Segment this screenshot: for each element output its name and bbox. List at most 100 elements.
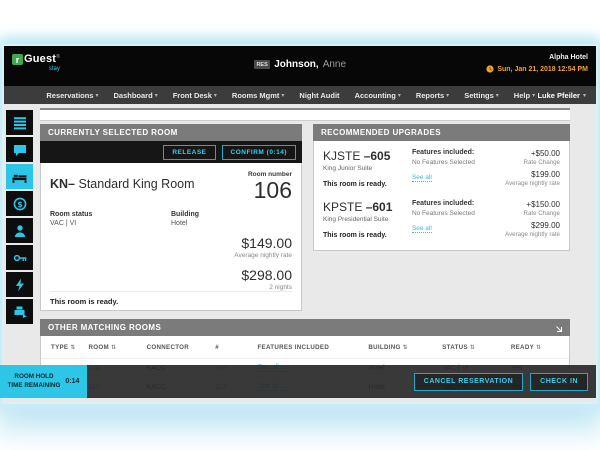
room-select-icon: [12, 170, 27, 184]
recommended-upgrades-panel: RECOMMENDED UPGRADES KJSTE –605 King Jun…: [313, 124, 570, 251]
messages-icon: [13, 143, 27, 157]
active-guest-header[interactable]: RES Johnson, Anne: [254, 59, 346, 70]
sidebar-messages-button[interactable]: [6, 137, 33, 162]
sidebar-menu-button[interactable]: [6, 110, 33, 135]
main-nav: Reservations▾ Dashboard▾ Front Desk▾ Roo…: [4, 86, 596, 104]
logo-registered-mark: ®: [56, 54, 60, 60]
room-number-value: 106: [248, 178, 292, 202]
room-action-bar: RELEASE CONFIRM (0:14): [40, 141, 302, 163]
quick-actions-icon: [13, 278, 27, 292]
upgrade-room-name: King Junior Suite: [323, 165, 408, 172]
col-number: #: [215, 344, 257, 351]
sidebar-quick-actions-button[interactable]: [6, 272, 33, 297]
features-value: No Features Selected: [412, 210, 486, 217]
release-button[interactable]: RELEASE: [163, 145, 215, 160]
nightly-rate-value: $149.00: [50, 235, 292, 251]
upgrade-ready-status: This room is ready.: [323, 232, 408, 239]
cancel-reservation-button[interactable]: CANCEL RESERVATION: [414, 373, 523, 391]
upgrade-room-code: KPSTE –601: [323, 200, 408, 214]
nightly-rate-caption: Average nightly rate: [50, 252, 292, 259]
panels-row: CURRENTLY SELECTED ROOM RELEASE CONFIRM …: [40, 124, 570, 311]
guest-profile-icon: [13, 224, 27, 238]
screenshot-stage: r Guest ® stay RES Johnson, Anne Alpha H…: [0, 0, 600, 450]
rate-change-value: +$50.00: [490, 149, 560, 158]
room-type-title: KN– Standard King Room: [50, 177, 195, 191]
table-header-row: TYPE⇅ ROOM⇅ CONNECTOR # FEATURES INCLUDE…: [41, 336, 569, 358]
sidebar-print-export-button[interactable]: [6, 299, 33, 324]
total-rate-caption: 2 nights: [50, 284, 292, 291]
upgrade-pricing-col: +$150.00 Rate Change $299.00 Average nig…: [490, 200, 560, 242]
nav-front-desk[interactable]: Front Desk▾: [173, 91, 217, 100]
nav-rooms-mgmt[interactable]: Rooms Mgmt▾: [232, 91, 285, 100]
datetime-text: Sun, Jan 21, 2018 12:54 PM: [497, 66, 588, 73]
logo-text: Guest: [24, 54, 56, 65]
user-menu[interactable]: Luke Pfeiler ▾: [537, 91, 586, 100]
expand-icon[interactable]: [553, 323, 562, 332]
avg-rate-value: $199.00: [490, 170, 560, 179]
upgrades-body: KJSTE –605 King Junior Suite This room i…: [313, 141, 570, 251]
total-rate-value: $298.00: [50, 267, 292, 283]
chevron-down-icon: ▾: [398, 92, 401, 99]
nav-help[interactable]: Help▾: [514, 91, 535, 100]
upgrade-room-code: KJSTE –605: [323, 149, 408, 163]
panel-title: OTHER MATCHING ROOMS: [48, 323, 161, 332]
nav-night-audit[interactable]: Night Audit: [299, 91, 339, 100]
rates-block: $149.00 Average nightly rate $298.00 2 n…: [50, 235, 292, 291]
chevron-down-icon: ▾: [155, 92, 158, 99]
check-in-button[interactable]: CHECK IN: [530, 373, 588, 391]
checkin-action-bar: CANCEL RESERVATION CHECK IN: [86, 365, 596, 398]
upgrade-features-col: Features included: No Features Selected …: [412, 200, 486, 242]
property-datetime: Sun, Jan 21, 2018 12:54 PM: [486, 65, 588, 73]
features-value: No Features Selected: [412, 159, 486, 166]
property-name: Alpha Hotel: [486, 54, 588, 61]
features-label: Features included:: [412, 200, 486, 207]
nav-accounting[interactable]: Accounting▾: [355, 91, 401, 100]
room-type-name: Standard King Room: [75, 177, 195, 191]
nav-items: Reservations▾ Dashboard▾ Front Desk▾ Roo…: [4, 91, 537, 100]
col-features: FEATURES INCLUDED: [257, 344, 368, 351]
other-matching-rooms-header: OTHER MATCHING ROOMS: [40, 319, 570, 336]
confirm-button[interactable]: CONFIRM (0:14): [222, 145, 296, 160]
chevron-down-icon: ▾: [214, 92, 217, 99]
upgrade-item[interactable]: KPSTE –601 King Presidential Suite This …: [323, 200, 560, 242]
avg-rate-caption: Average nightly rate: [490, 231, 560, 238]
top-bar: r Guest ® stay RES Johnson, Anne Alpha H…: [4, 46, 596, 86]
sidebar-room-select-button[interactable]: [6, 164, 33, 189]
col-building[interactable]: BUILDING⇅: [368, 344, 442, 351]
reservation-badge: RES: [254, 60, 270, 69]
upgrade-features-col: Features included: No Features Selected …: [412, 149, 486, 191]
sidebar-payments-button[interactable]: $: [6, 191, 33, 216]
upgrade-item[interactable]: KJSTE –605 King Junior Suite This room i…: [323, 149, 560, 191]
print-export-icon: [13, 305, 27, 319]
building-value: Hotel: [171, 220, 292, 227]
room-meta-row: Room status VAC | VI Building Hotel: [50, 211, 292, 227]
nav-reservations[interactable]: Reservations▾: [46, 91, 98, 100]
rate-change-value: +$150.00: [490, 200, 560, 209]
sort-icon: ⇅: [111, 344, 116, 351]
sort-icon: ⇅: [470, 344, 475, 351]
see-all-link[interactable]: See all: [412, 174, 432, 182]
chevron-down-icon: ▾: [281, 92, 284, 99]
col-room[interactable]: ROOM⇅: [89, 344, 147, 351]
nav-reports[interactable]: Reports▾: [416, 91, 449, 100]
col-ready[interactable]: READY⇅: [511, 344, 569, 351]
selected-room-body: KN– Standard King Room Room number 106 R…: [40, 163, 302, 311]
hold-timer-value: 0:14: [65, 378, 79, 385]
hold-timer-label: ROOM HOLD TIME REMAINING: [8, 373, 61, 389]
features-label: Features included:: [412, 149, 486, 156]
sidebar-key-button[interactable]: [6, 245, 33, 270]
room-ready-status: This room is ready.: [50, 291, 292, 306]
nav-settings[interactable]: Settings▾: [464, 91, 499, 100]
see-all-link[interactable]: See all: [412, 225, 432, 233]
col-type[interactable]: TYPE⇅: [41, 344, 89, 351]
sidebar-guest-profile-button[interactable]: [6, 218, 33, 243]
guest-first-name: Anne: [323, 59, 346, 70]
upgrade-pricing-col: +$50.00 Rate Change $199.00 Average nigh…: [490, 149, 560, 191]
sort-icon: ⇅: [536, 344, 541, 351]
chevron-down-icon: ▾: [583, 92, 586, 99]
rguest-logo-icon: r: [12, 54, 23, 65]
upgrade-room-name: King Presidential Suite: [323, 216, 408, 223]
col-status[interactable]: STATUS⇅: [442, 344, 511, 351]
panel-title: RECOMMENDED UPGRADES: [313, 124, 570, 141]
nav-dashboard[interactable]: Dashboard▾: [114, 91, 158, 100]
